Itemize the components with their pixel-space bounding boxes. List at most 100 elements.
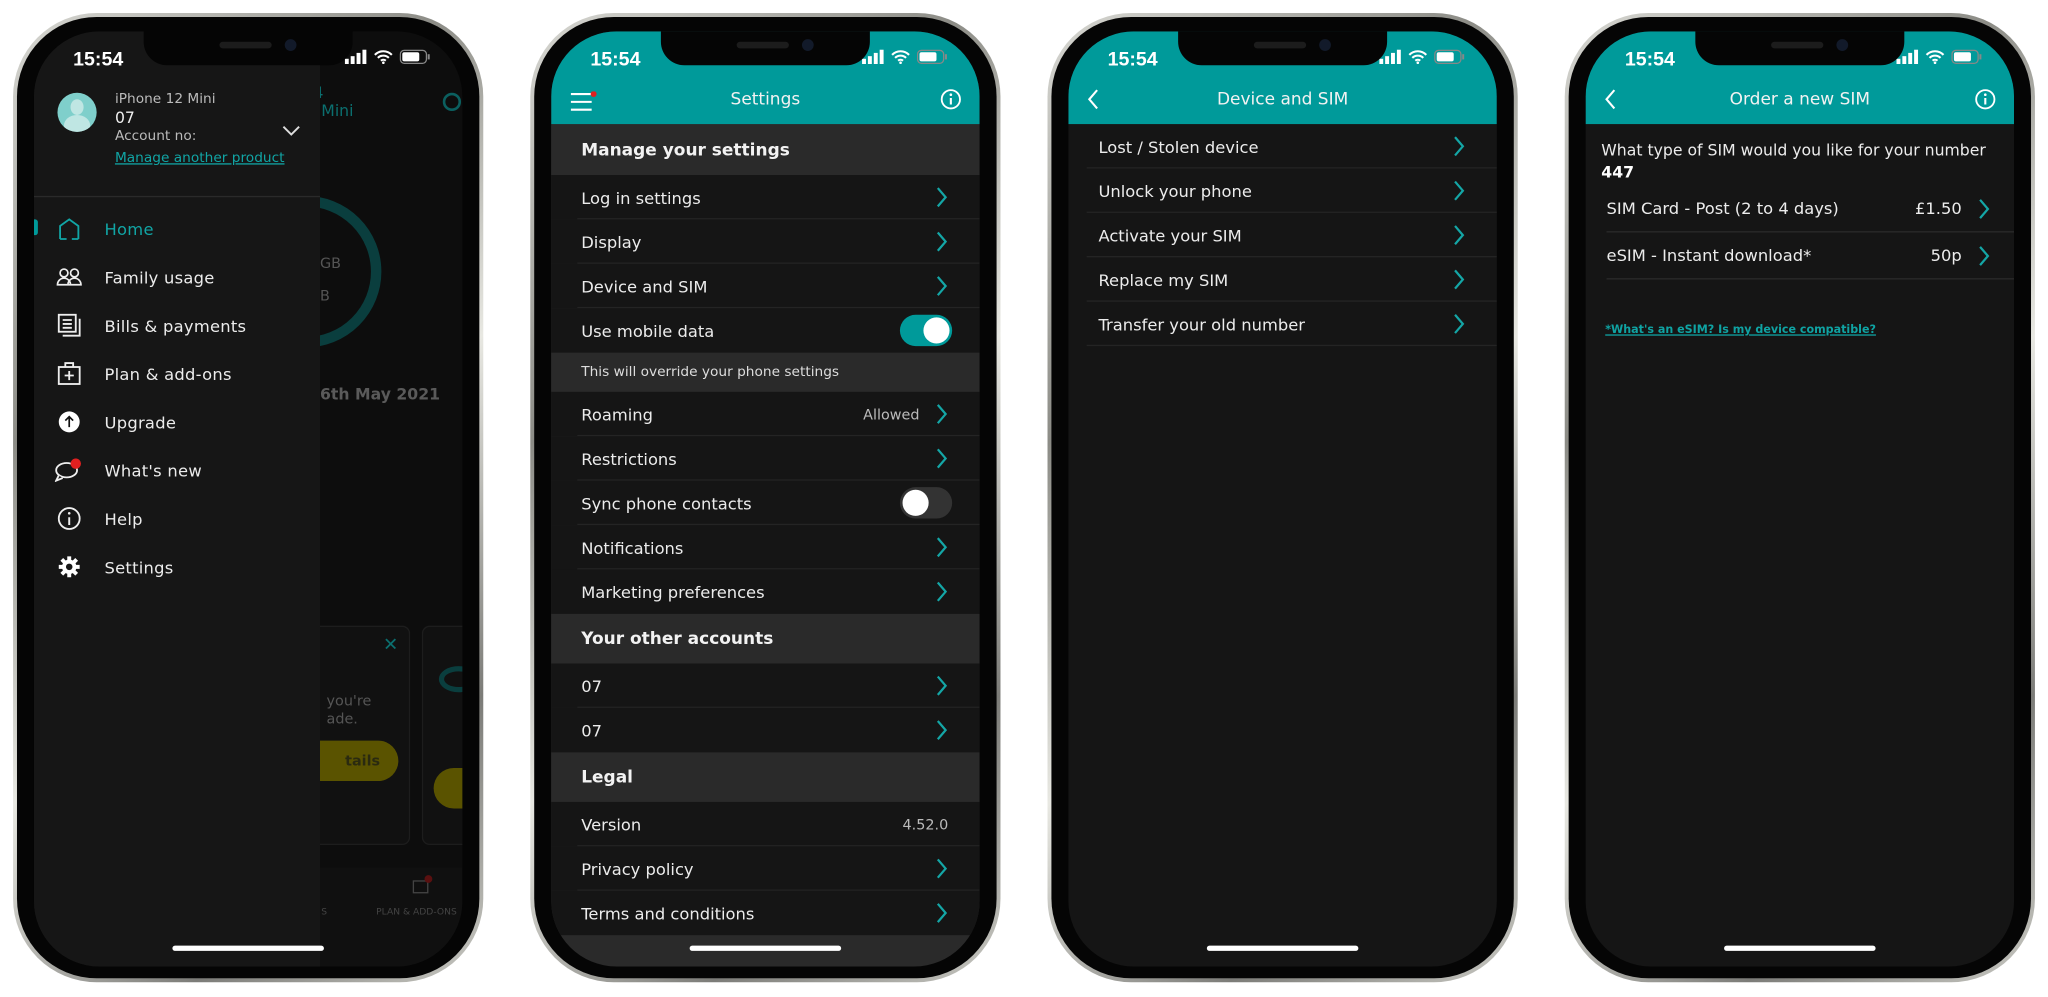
settings-row[interactable]: Log in settings (551, 175, 980, 220)
chevron-down-icon[interactable] (282, 125, 300, 137)
chevron-right-icon (935, 187, 948, 212)
row-label: Marketing preferences (581, 581, 765, 602)
wifi-icon (374, 50, 393, 64)
page-title: Order a new SIM (1729, 90, 1871, 110)
device-sim-row[interactable]: Lost / Stolen device (1068, 124, 1497, 169)
chevron-right-icon (935, 581, 948, 606)
page-title: Settings (730, 90, 801, 110)
battery-icon (916, 49, 947, 64)
settings-row[interactable]: Device and SIM (551, 263, 980, 309)
row-label: Device and SIM (581, 276, 708, 296)
sim-options-list: SIM Card - Post (2 to 4 days) £1.50 eSIM -… (1586, 185, 2015, 280)
settings-row[interactable]: Privacy policy (551, 846, 980, 891)
side-drawer: iPhone 12 Mini 07 Account no: Manage ano… (33, 31, 320, 967)
info-icon[interactable] (940, 89, 961, 110)
wifi-icon (891, 50, 910, 64)
row-label: Display (581, 231, 642, 252)
chevron-right-icon (935, 448, 948, 473)
row-label: Lost / Stolen device (1098, 136, 1259, 157)
divider (33, 195, 320, 198)
settings-row[interactable]: Display (551, 219, 980, 264)
device-sim-list: Lost / Stolen device Unlock your phone Act… (1068, 124, 1497, 347)
row-label: Activate your SIM (1098, 225, 1242, 245)
option-label: SIM Card - Post (2 to 4 days) (1606, 198, 1839, 219)
section-header: Legal (551, 752, 980, 802)
toggle-switch[interactable] (899, 314, 953, 347)
chevron-right-icon (935, 404, 948, 429)
row-label: Notifications (581, 537, 684, 558)
settings-row[interactable]: Terms and conditions (551, 890, 980, 936)
battery-icon (1951, 49, 1982, 64)
status-time: 15:54 (1624, 48, 1675, 71)
menu-item-label: Upgrade (104, 412, 177, 432)
status-time: 15:54 (590, 48, 641, 71)
settings-row[interactable]: Version 4.52.0 (551, 801, 980, 847)
home-icon (55, 214, 84, 243)
info-icon[interactable] (1975, 89, 1996, 110)
row-label: Unlock your phone (1098, 180, 1252, 201)
menu-item-label: Family usage (104, 267, 215, 287)
chevron-right-icon (935, 675, 948, 700)
card-text: you're (326, 692, 372, 710)
menu-item-label: Settings (104, 557, 174, 577)
device-sim-row[interactable]: Activate your SIM (1068, 213, 1497, 258)
menu-item-family-usage[interactable]: Family usage (34, 255, 320, 299)
manage-another-product-link[interactable]: Manage another product (115, 150, 285, 166)
option-price: £1.50 (1915, 198, 1962, 219)
row-label: Replace my SIM (1098, 269, 1229, 290)
device-sim-row[interactable]: Replace my SIM (1068, 257, 1497, 302)
row-label: Terms and conditions (581, 903, 755, 923)
row-value: Allowed (863, 405, 920, 423)
home-indicator (172, 945, 324, 951)
settings-row[interactable]: 07 (551, 663, 980, 708)
menu-item-plan-add-ons[interactable]: Plan & add-ons (34, 351, 320, 395)
status-time: 15:54 (73, 48, 124, 71)
page-title: Device and SIM (1216, 90, 1349, 110)
menu-item-help[interactable]: Help (34, 496, 320, 540)
home-fragment: 6th May 2021 (319, 385, 440, 404)
settings-screen: Settings 15:54 Manage your settings Log i… (551, 31, 980, 967)
menu-item-home[interactable]: Home (34, 206, 320, 250)
account-number: 07 (114, 108, 135, 127)
menu-item-settings[interactable]: Settings (34, 545, 320, 589)
chevron-right-icon (935, 231, 948, 256)
nav-plan-add-ons[interactable]: PLAN & ADD-ONS (376, 906, 457, 916)
row-label: Roaming (581, 404, 653, 424)
phone-order-sim: Order a new SIM 15:54 What type of SIM w… (1564, 13, 2035, 983)
settings-row: Sync phone contacts (551, 480, 980, 526)
section-header: Manage your settings (551, 125, 980, 176)
chevron-right-icon (1977, 199, 1990, 224)
avatar[interactable] (57, 92, 97, 132)
sim-option[interactable]: eSIM - Instant download* 50p (1606, 232, 2015, 280)
home-fragment: GB (319, 254, 341, 272)
chevron-right-icon (935, 537, 948, 562)
menu-item-what-s-new[interactable]: What's new (34, 448, 320, 492)
settings-row[interactable]: Notifications (551, 525, 980, 570)
menu-item-upgrade[interactable]: Upgrade (34, 400, 320, 444)
chevron-right-icon (1452, 180, 1465, 205)
device-sim-row[interactable]: Transfer your old number (1068, 302, 1497, 347)
settings-row[interactable]: Marketing preferences (551, 569, 980, 614)
row-label: Use mobile data (581, 320, 715, 341)
sim-option[interactable]: SIM Card - Post (2 to 4 days) £1.50 (1606, 185, 2015, 233)
device-sim-row[interactable]: Unlock your phone (1068, 168, 1497, 213)
settings-row[interactable]: Roaming Allowed (551, 391, 980, 437)
row-value: 4.52.0 (902, 815, 949, 833)
account-label: Account no: (114, 127, 197, 144)
toggle-switch[interactable] (899, 487, 953, 519)
menu-item-label: Bills & payments (104, 315, 247, 336)
device-name: iPhone 12 Mini (114, 91, 216, 108)
phone-number: 447 (1601, 163, 1635, 182)
home-indicator (689, 945, 842, 951)
settings-row[interactable]: 07 (551, 707, 980, 753)
device-sim-screen: Device and SIM 15:54 Lost / Stolen devic… (1068, 31, 1497, 967)
order-sim-screen: Order a new SIM 15:54 What type of SIM w… (1585, 31, 2015, 967)
sim-question: What type of SIM would you like for your… (1601, 141, 1986, 160)
settings-row[interactable]: Restrictions (551, 436, 980, 481)
close-icon[interactable]: ✕ (383, 635, 398, 656)
home-indicator (1724, 945, 1876, 951)
plan-icon (55, 359, 84, 388)
esim-info-link[interactable]: *What's an eSIM? Is my device compatible… (1605, 324, 1876, 337)
menu-item-bills-payments[interactable]: Bills & payments (34, 303, 320, 347)
home-fragment: Mini (321, 101, 354, 121)
